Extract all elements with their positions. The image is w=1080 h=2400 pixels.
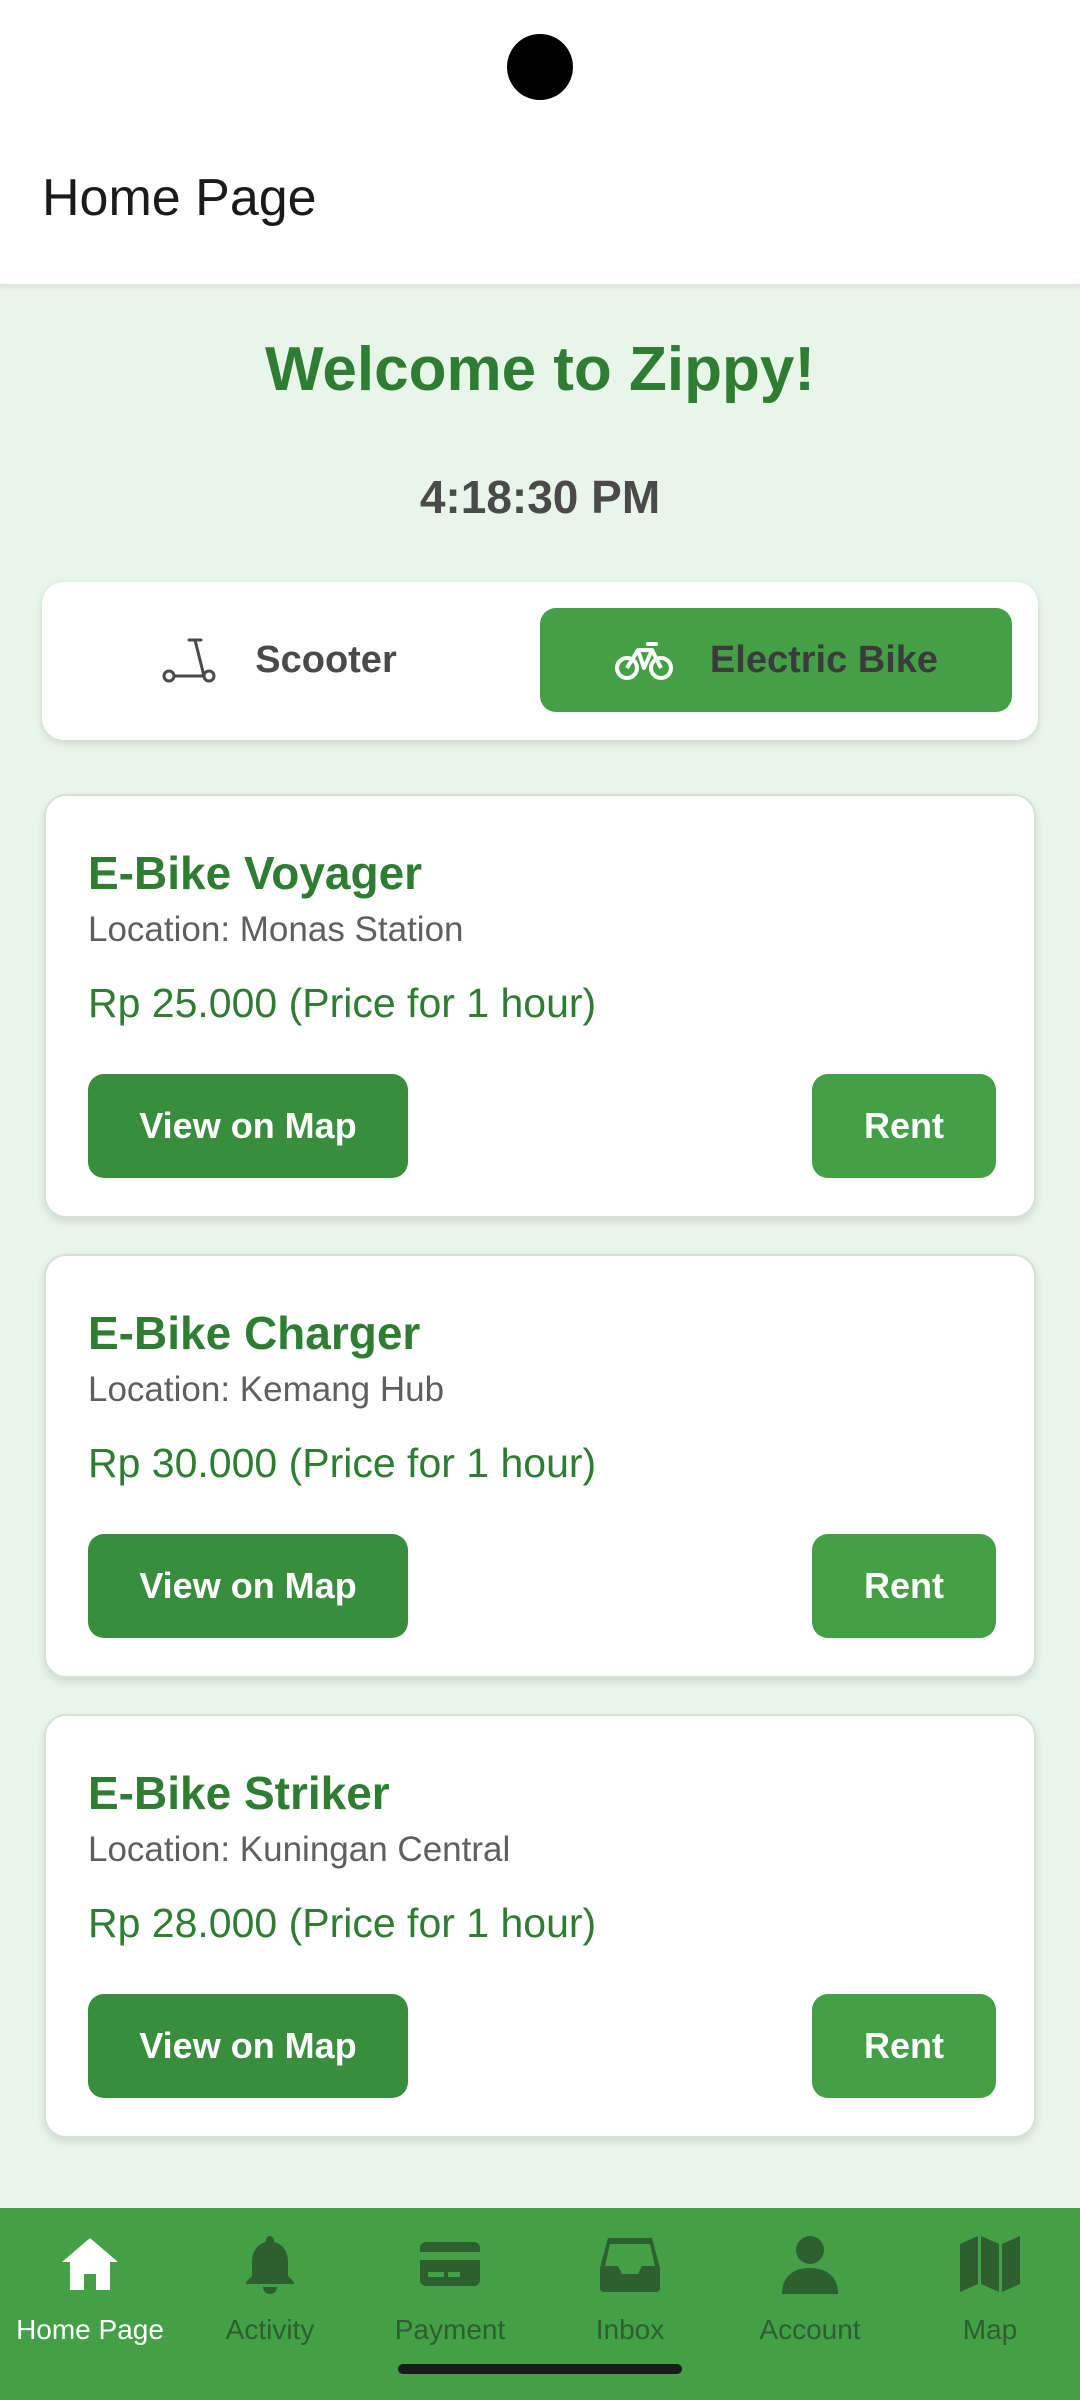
inbox-icon	[594, 2228, 666, 2300]
nav-label: Payment	[394, 2314, 506, 2345]
bike-card: E-Bike Voyager Location: Monas Station R…	[44, 794, 1036, 1218]
bike-price: Rp 28.000 (Price for 1 hour)	[88, 1900, 597, 1946]
app-screen: Home Page Welcome to Zippy! 4:18:30 PM S…	[0, 0, 1080, 2400]
bike-location: Location: Monas Station	[88, 910, 464, 949]
page-title: Home Page	[42, 169, 317, 227]
credit-card-icon	[414, 2228, 486, 2300]
bike-name: E-Bike Voyager	[88, 847, 423, 899]
bike-price: Rp 30.000 (Price for 1 hour)	[88, 1440, 597, 1486]
rent-button[interactable]: Rent	[812, 1994, 996, 2098]
nav-account[interactable]: Account	[720, 2228, 900, 2368]
scooter-tab-label: Scooter	[255, 638, 397, 681]
nav-inbox[interactable]: Inbox	[540, 2228, 720, 2368]
bike-card: E-Bike Charger Location: Kemang Hub Rp 3…	[44, 1254, 1036, 1678]
rent-button[interactable]: Rent	[812, 1534, 996, 1638]
bell-icon	[234, 2228, 306, 2300]
nav-label: Map	[962, 2314, 1018, 2345]
clock-text: 4:18:30 PM	[419, 471, 661, 523]
electric-bike-tab-label: Electric Bike	[709, 638, 939, 681]
scooter-tab[interactable]: Scooter	[42, 608, 514, 712]
home-indicator[interactable]	[398, 2364, 682, 2374]
person-icon	[774, 2228, 846, 2300]
bike-location: Location: Kuningan Central	[88, 1830, 511, 1869]
bike-price: Rp 25.000 (Price for 1 hour)	[88, 980, 597, 1026]
bike-name: E-Bike Charger	[88, 1307, 421, 1359]
view-on-map-button[interactable]: View on Map	[88, 1534, 408, 1638]
nav-payment[interactable]: Payment	[360, 2228, 540, 2368]
nav-label: Account	[759, 2314, 861, 2345]
nav-activity[interactable]: Activity	[180, 2228, 360, 2368]
view-on-map-button[interactable]: View on Map	[88, 1074, 408, 1178]
scooter-icon	[159, 630, 219, 690]
nav-label: Inbox	[595, 2314, 665, 2345]
nav-home-page[interactable]: Home Page	[0, 2228, 180, 2368]
bicycle-icon	[614, 630, 674, 690]
rent-button[interactable]: Rent	[812, 1074, 996, 1178]
nav-map[interactable]: Map	[900, 2228, 1080, 2368]
nav-label: Activity	[225, 2314, 315, 2345]
app-header: Home Page	[0, 0, 1080, 286]
camera-cutout	[507, 34, 573, 100]
welcome-heading: Welcome to Zippy!	[264, 335, 815, 404]
home-icon	[54, 2228, 126, 2300]
view-on-map-button[interactable]: View on Map	[88, 1994, 408, 2098]
bike-card: E-Bike Striker Location: Kuningan Centra…	[44, 1714, 1036, 2138]
bike-location: Location: Kemang Hub	[88, 1370, 445, 1409]
map-icon	[954, 2228, 1026, 2300]
electric-bike-tab[interactable]: Electric Bike	[540, 608, 1012, 712]
vehicle-type-selector: Scooter Electric Bike	[42, 582, 1038, 740]
nav-label: Home Page	[16, 2314, 164, 2345]
bike-name: E-Bike Striker	[88, 1767, 390, 1819]
